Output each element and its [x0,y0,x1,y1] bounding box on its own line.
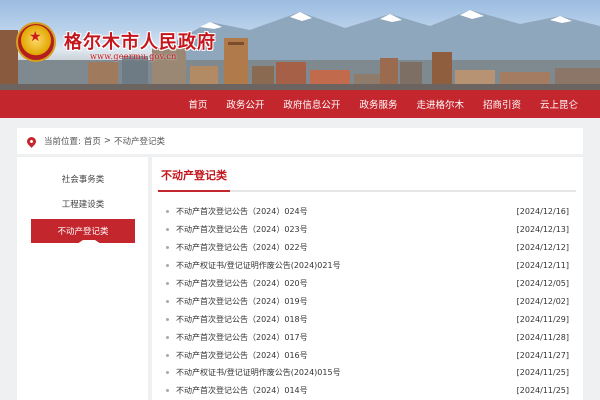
list-item-date: [2024/12/02] [516,296,569,306]
notice-list: 不动产首次登记公告（2024）024号 [2024/12/16] 不动产首次登记公告… [166,203,569,400]
sidebar-item-real-estate-registration[interactable]: 不动产登记类 [31,219,135,246]
breadcrumb-separator: > [103,136,112,146]
nav-item-info-disclosure[interactable]: 政府信息公开 [283,97,340,111]
location-pin-icon [25,134,38,148]
breadcrumb: 当前位置: 首页 > 不动产登记类 [17,128,583,154]
title-divider [158,190,576,192]
nav-item-about-city[interactable]: 走进格尔木 [416,97,464,111]
header-banner: ★ 格尔木市人民政府 www.geermu.gov.cn [0,0,600,90]
list-item-date: [2024/11/25] [516,386,569,396]
list-item-title[interactable]: 不动产首次登记公告（2024）022号 [176,242,517,253]
active-indicator [73,245,93,246]
list-item-date: [2024/12/16] [516,207,569,217]
bullet-icon [166,282,169,285]
emblem-star-icon: ★ [29,29,42,45]
list-item[interactable]: 不动产首次登记公告（2024）019号 [2024/12/02] [166,292,569,310]
list-item-date: [2024/12/12] [516,243,569,253]
nav-item-cloud-kunlun[interactable]: 云上昆仑 [540,97,578,111]
list-item[interactable]: 不动产权证书/登记证明作废公告(2024)021号 [2024/12/11] [166,257,569,275]
list-item-title[interactable]: 不动产首次登记公告（2024）020号 [176,278,517,289]
list-item-title[interactable]: 不动产首次登记公告（2024）017号 [176,332,517,343]
sidebar-item-construction[interactable]: 工程建设类 [31,192,135,216]
list-item-title[interactable]: 不动产首次登记公告（2024）018号 [176,314,517,325]
list-item-title[interactable]: 不动产首次登记公告（2024）023号 [176,224,517,235]
breadcrumb-prefix: 当前位置: [44,137,81,147]
list-item-title[interactable]: 不动产首次登记公告（2024）014号 [176,385,517,396]
list-item-title[interactable]: 不动产首次登记公告（2024）024号 [176,206,517,217]
bullet-icon [166,371,169,375]
list-item-date: [2024/11/28] [516,332,569,342]
sidebar-item-social-affairs[interactable]: 社会事务类 [31,167,135,191]
list-item-date: [2024/12/11] [516,261,569,271]
bullet-icon [166,246,169,250]
list-item-date: [2024/11/27] [516,350,569,360]
bullet-icon [166,335,169,339]
list-item[interactable]: 不动产首次登记公告（2024）023号 [2024/12/13] [166,221,569,239]
bullet-icon [166,353,169,357]
sidebar-item-label: 不动产登记类 [57,227,109,237]
breadcrumb-home-link[interactable]: 首页 [84,135,101,147]
list-item-date: [2024/11/29] [516,314,569,324]
page-title: 不动产登记类 [161,169,227,182]
list-item[interactable]: 不动产首次登记公告（2024）014号 [2024/11/25] [166,382,569,400]
nav-item-home[interactable]: 首页 [188,97,207,111]
list-item[interactable]: 不动产首次登记公告（2024）016号 [2024/11/27] [166,346,569,364]
list-item-title[interactable]: 不动产权证书/登记证明作废公告(2024)015号 [176,367,517,378]
list-item-title[interactable]: 不动产权证书/登记证明作废公告(2024)021号 [176,260,517,271]
nav-item-government-affairs[interactable]: 政务公开 [226,97,264,111]
bullet-icon [166,228,169,232]
list-item-date: [2024/12/13] [516,225,569,235]
nav-item-services[interactable]: 政务服务 [359,97,397,111]
list-item[interactable]: 不动产首次登记公告（2024）018号 [2024/11/29] [166,310,569,328]
bullet-icon [166,389,169,393]
bullet-icon [166,317,169,321]
list-item-date: [2024/11/25] [516,368,569,378]
sidebar: 社会事务类 工程建设类 不动产登记类 [17,157,148,400]
list-item[interactable]: 不动产首次登记公告（2024）017号 [2024/11/28] [166,328,569,346]
site-title: 格尔木市人民政府 [64,32,216,53]
list-item[interactable]: 不动产权证书/登记证明作废公告(2024)015号 [2024/11/25] [166,364,569,382]
breadcrumb-current: 不动产登记类 [114,137,166,147]
main-nav: 首页 政务公开 政府信息公开 政务服务 走进格尔木 招商引资 云上昆仑 [0,90,600,118]
bullet-icon [166,210,169,214]
bullet-icon [166,299,169,303]
list-item-title[interactable]: 不动产首次登记公告（2024）019号 [176,296,517,307]
list-item[interactable]: 不动产首次登记公告（2024）022号 [2024/12/12] [166,239,569,257]
nav-item-investment[interactable]: 招商引资 [483,97,521,111]
list-item[interactable]: 不动产首次登记公告（2024）020号 [2024/12/05] [166,275,569,293]
list-item-title[interactable]: 不动产首次登记公告（2024）016号 [176,350,517,361]
main-content: 不动产登记类 不动产首次登记公告（2024）024号 [2024/12/16] 不动… [152,157,583,400]
site-url: www.geermu.gov.cn [90,52,177,61]
bullet-icon [166,264,169,268]
list-item-date: [2024/12/05] [516,279,569,288]
list-item[interactable]: 不动产首次登记公告（2024）024号 [2024/12/16] [166,203,569,221]
